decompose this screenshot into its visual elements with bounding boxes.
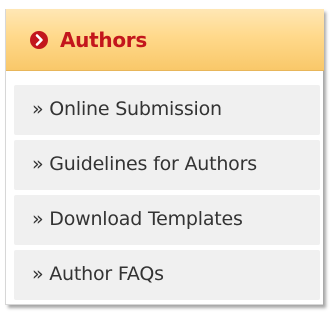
online-submission-link[interactable]: » Online Submission (32, 94, 222, 124)
menu-item-download-templates[interactable]: » Download Templates (14, 195, 320, 245)
menu-item-online-submission[interactable]: » Online Submission (14, 85, 320, 135)
chevron-right-circle-icon (30, 31, 48, 49)
author-faqs-link[interactable]: » Author FAQs (32, 259, 164, 289)
menu-item-author-faqs[interactable]: » Author FAQs (14, 250, 320, 300)
download-templates-link[interactable]: » Download Templates (32, 204, 243, 234)
authors-panel: Authors » Online Submission » Guidelines… (5, 9, 324, 305)
menu-item-guidelines-for-authors[interactable]: » Guidelines for Authors (14, 140, 320, 190)
panel-header: Authors (6, 9, 324, 71)
authors-menu: » Online Submission » Guidelines for Aut… (14, 85, 320, 305)
guidelines-for-authors-link[interactable]: » Guidelines for Authors (32, 149, 257, 179)
panel-title: Authors (60, 28, 147, 52)
